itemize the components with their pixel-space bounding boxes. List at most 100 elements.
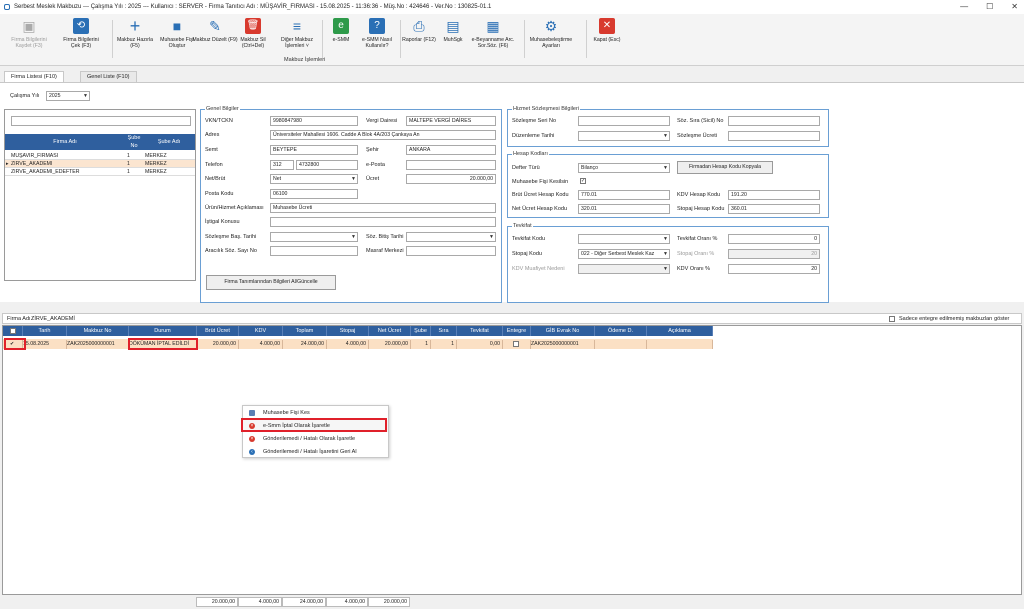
gross-account-field[interactable]: 770.01 [578, 190, 670, 200]
menu-item-undo-failed[interactable]: ‹ Gönderilemedi / Hatalı İşaretini Geri A… [243, 446, 388, 458]
col-receipt-no[interactable]: Makbuz No [67, 326, 129, 336]
error-icon: × [249, 436, 255, 442]
col-gross[interactable]: Brüt Ücret [197, 326, 239, 336]
col-select-all[interactable] [3, 326, 23, 336]
email-field[interactable] [406, 160, 496, 170]
select-all-checkbox[interactable] [10, 328, 16, 334]
withholding-title: Tevkifat [512, 223, 533, 229]
ebeyanname-button[interactable]: ▦ e-Beyanname Arc. Sor.Söz. (F6) [470, 18, 516, 50]
total-vat: 4.000,00 [238, 597, 282, 607]
firm-search-input[interactable] [11, 116, 191, 126]
maximize-icon[interactable]: ☐ [986, 2, 993, 11]
cell-gross: 20.000,00 [197, 340, 239, 349]
prepare-receipt-button[interactable]: + Makbuz Hazırla (F5) [112, 16, 158, 50]
create-voucher-checkbox[interactable]: ✓ [580, 178, 586, 184]
tab-firm-list[interactable]: Firma Listesi (F10) [4, 71, 64, 82]
esmm-help-button[interactable]: ? e-SMM Nasıl Kullanılır? [354, 18, 400, 50]
brokerage-no-field[interactable] [270, 246, 358, 256]
total-stopaj: 4.000,00 [326, 597, 368, 607]
postal-code-field[interactable]: 06100 [270, 189, 358, 199]
col-withholding[interactable]: Tevkifat [457, 326, 503, 336]
other-receipt-ops-button[interactable]: ≡ Diğer Makbuz İşlemleri ˅ [274, 18, 320, 50]
col-branch-no[interactable]: Şube No [125, 134, 143, 150]
create-voucher-label: Muhasebe Fişi Kesilsin [512, 179, 569, 185]
col-stopaj[interactable]: Stopaj [327, 326, 369, 336]
close-button[interactable]: ✕ Kapat (Esc) [584, 18, 630, 43]
col-vat[interactable]: KDV [239, 326, 283, 336]
close-icon[interactable]: ✕ [1011, 2, 1018, 11]
withholding-account-field[interactable]: 360.01 [728, 204, 820, 214]
contract-start-select[interactable]: ▼ [270, 232, 358, 242]
fee-field[interactable]: 20.000,00 [406, 174, 496, 184]
table-row-selected[interactable]: ▸ ZİRVE_AKADEMİ 1 MERKEZ [5, 160, 195, 168]
col-integrated[interactable]: Entegre [503, 326, 531, 336]
activity-field[interactable] [270, 217, 496, 227]
issue-date-select[interactable]: ▼ [578, 131, 670, 141]
table-row[interactable]: ZİRVE_AKADEMİ_EDEFTER 1 MERKEZ [5, 168, 195, 176]
col-total[interactable]: Toplam [283, 326, 327, 336]
vat-rate-field[interactable]: 20 [728, 264, 820, 274]
col-order[interactable]: Sıra [431, 326, 457, 336]
col-payment[interactable]: Ödeme D. [595, 326, 647, 336]
contract-fee-field[interactable] [728, 131, 820, 141]
tax-office-field[interactable]: MALTEPE VERGİ DAİRES [406, 116, 496, 126]
withholding-rate-field[interactable]: 0 [728, 234, 820, 244]
gear-icon: ⚙ [544, 18, 558, 34]
year-select[interactable]: 2025 ▼ [46, 91, 90, 101]
net-account-field[interactable]: 320.01 [578, 204, 670, 214]
fetch-firm-button[interactable]: ⟲ Firma Bilgilerini Çek (F3) [58, 18, 104, 50]
plus-icon: + [129, 16, 141, 36]
vkn-field[interactable]: 9980847980 [270, 116, 358, 126]
integrated-checkbox[interactable] [513, 341, 519, 347]
only-unintegrated-label: Sadece entegre edilmemiş makbuzları göst… [899, 316, 1010, 322]
tab-general-list[interactable]: Genel Liste (F10) [80, 71, 137, 82]
copy-account-code-button[interactable]: Firmadan Hesap Kodu Kopyala [677, 161, 773, 174]
withholding-code-label: Tevkifat Kodu [512, 236, 546, 242]
printer-icon: ⎙ [413, 18, 425, 34]
service-desc-field[interactable]: Muhasebe Ücreti [270, 203, 496, 213]
minimize-icon[interactable]: — [960, 2, 968, 11]
ledger-type-select[interactable]: Bilanço ▼ [578, 163, 670, 173]
firm-list-pane: Çalışma Yılı 2025 ▼ Firma Adı Şube No Şub… [0, 82, 1024, 303]
withholding-code-select[interactable]: ▼ [578, 234, 670, 244]
accounting-settings-button[interactable]: ⚙ Muhasebeleştirme Ayarları [528, 18, 574, 50]
table-row[interactable]: MÜŞAVİR_FIRMASI 1 MERKEZ [5, 152, 195, 160]
city-field[interactable]: ANKARA [406, 145, 496, 155]
briefcase-icon: ■ [172, 18, 182, 34]
firm-grid: Firma Adı Şube No Şube Adı MÜŞAVİR_FIRMA… [4, 109, 196, 281]
service-contract-group: Hizmet Sözleşmesi Bilgileri [507, 106, 829, 147]
col-date[interactable]: Tarih [23, 326, 67, 336]
cost-center-field[interactable] [406, 246, 496, 256]
city-label: Şehir [366, 147, 379, 153]
chevron-down-icon: ▼ [351, 176, 356, 182]
cost-center-label: Masraf Merkezi [366, 248, 404, 254]
cell-integrated [503, 340, 531, 349]
phone-area-field[interactable]: 312 [270, 160, 294, 170]
col-firm-name[interactable]: Firma Adı [5, 134, 125, 150]
contract-end-label: Söz. Bitiş Tarihi [366, 234, 404, 240]
update-from-firm-button[interactable]: Firma Tanımlarından Bilgileri Al/Güncell… [206, 275, 336, 290]
save-firm-button[interactable]: ▣ Firma Bilgilerini Kaydet (F3) [6, 18, 52, 50]
chevron-down-icon: ▼ [663, 250, 668, 258]
withholding-account-label: Stopaj Hesap Kodu [677, 206, 725, 212]
col-net[interactable]: Net Ücret [369, 326, 411, 336]
col-status[interactable]: Durum [129, 326, 197, 336]
col-branch-name[interactable]: Şube Adı [143, 134, 195, 150]
floppy-icon: ▣ [22, 18, 36, 34]
contract-end-select[interactable]: ▼ [406, 232, 496, 242]
address-field[interactable]: Üniversiteler Mahallesi 1606. Cadde A Bl… [270, 130, 496, 140]
col-gib-no[interactable]: GİB Evrak No [531, 326, 595, 336]
delete-receipt-button[interactable]: 🗑 Makbuz Sil (Ctrl+Del) [230, 18, 276, 50]
vat-account-field[interactable]: 191.20 [728, 190, 820, 200]
contract-serial-field[interactable] [578, 116, 670, 126]
stopaj-code-select[interactable]: 022 - Diğer Serbest Meslek Kaz ▼ [578, 249, 670, 259]
only-unintegrated-checkbox[interactable] [889, 316, 895, 322]
col-description[interactable]: Açıklama [647, 326, 713, 336]
phone-field[interactable]: 4732800 [296, 160, 358, 170]
refresh-icon: ⟲ [73, 18, 89, 34]
col-branch[interactable]: Şube [411, 326, 431, 336]
contract-order-field[interactable] [728, 116, 820, 126]
net-gross-select[interactable]: Net ▼ [270, 174, 358, 184]
menu-item-mark-failed[interactable]: × Gönderilemedi / Hatalı Olarak İşaretle [243, 433, 388, 445]
district-field[interactable]: BEYTEPE [270, 145, 358, 155]
